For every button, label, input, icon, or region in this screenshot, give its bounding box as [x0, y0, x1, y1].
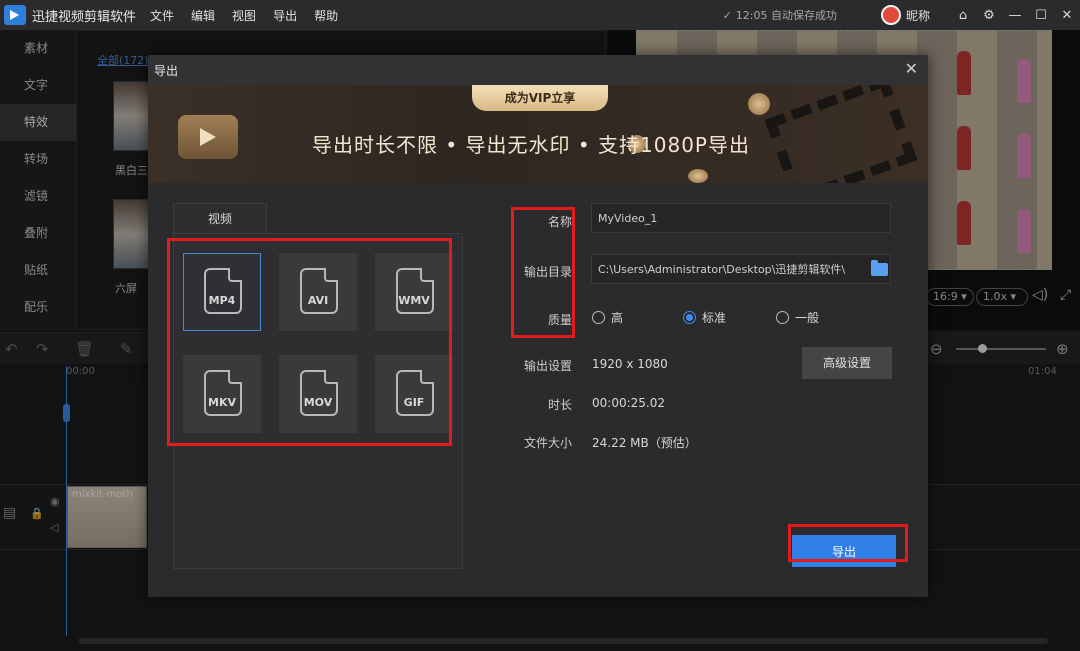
name-input[interactable] — [591, 203, 891, 233]
duration-label: 时长 — [547, 398, 572, 412]
file-size-value: 24.22 MB（预估） — [592, 436, 697, 450]
coin-decoration — [688, 169, 708, 183]
quality-standard-label: 标准 — [702, 311, 727, 325]
settings-icon[interactable]: ⚙ — [976, 8, 1002, 23]
vip-banner-text: 导出时长不限 • 导出无水印 • 支持1080P导出 — [312, 133, 750, 157]
menu-file[interactable]: 文件 — [150, 7, 174, 24]
tab-video[interactable]: 视频 — [173, 203, 267, 234]
home-icon[interactable]: ⌂ — [950, 8, 976, 23]
maximize-icon[interactable]: ☐ — [1028, 8, 1054, 23]
output-dir-input[interactable] — [591, 254, 891, 284]
radio-button[interactable] — [592, 311, 605, 324]
film-strip-decoration — [764, 85, 918, 183]
output-settings-value: 1920 x 1080 — [592, 357, 668, 371]
menu-view[interactable]: 视图 — [232, 7, 256, 24]
check-icon: ✓ — [722, 9, 732, 22]
dialog-close-icon[interactable]: ✕ — [905, 59, 918, 78]
menu-help[interactable]: 帮助 — [314, 7, 338, 24]
radio-button[interactable] — [776, 311, 789, 324]
highlight-box-formats — [167, 238, 452, 446]
quality-normal[interactable]: 一般 — [776, 309, 819, 326]
coin-decoration — [748, 93, 770, 115]
avatar[interactable] — [880, 5, 901, 25]
folder-icon[interactable] — [871, 260, 888, 276]
app-title: 迅捷视频剪辑软件 — [32, 9, 137, 25]
nickname[interactable]: 昵称 — [906, 7, 930, 24]
radio-button-checked[interactable] — [683, 311, 696, 324]
highlight-box-labels — [511, 207, 575, 338]
export-dialog: 导出 ✕ 成为VIP立享 导出时长不限 • 导出无水印 • 支持1080P导出 … — [148, 55, 928, 597]
file-size-label: 文件大小 — [523, 436, 572, 450]
menu-export[interactable]: 导出 — [273, 7, 297, 24]
close-icon[interactable]: ✕ — [1054, 8, 1080, 23]
quality-normal-label: 一般 — [795, 311, 820, 325]
vip-banner[interactable]: 成为VIP立享 导出时长不限 • 导出无水印 • 支持1080P导出 — [148, 85, 928, 183]
output-settings-label: 输出设置 — [523, 359, 572, 373]
duration-value: 00:00:25.02 — [592, 396, 665, 410]
menu-bar: 文件 编辑 视图 导出 帮助 — [150, 7, 355, 24]
dialog-title: 导出 — [154, 64, 179, 78]
advanced-settings-button[interactable]: 高级设置 — [802, 347, 892, 379]
quality-high-label: 高 — [611, 311, 624, 325]
autosave-text: 12:05 自动保存成功 — [735, 9, 837, 22]
app-logo-icon — [4, 5, 26, 25]
autosave-status: ✓ 12:05 自动保存成功 — [723, 7, 837, 23]
highlight-box-export — [788, 524, 908, 562]
vip-tag: 成为VIP立享 — [472, 85, 608, 111]
quality-high[interactable]: 高 — [592, 309, 623, 326]
title-right: ✓ 12:05 自动保存成功 昵称 ⌂ ⚙ — ☐ ✕ — [723, 0, 1080, 30]
title-bar: 迅捷视频剪辑软件 文件 编辑 视图 导出 帮助 ✓ 12:05 自动保存成功 昵称… — [0, 0, 1080, 30]
minimize-icon[interactable]: — — [1002, 8, 1028, 23]
dialog-header: 导出 ✕ — [148, 55, 928, 85]
video-camera-icon — [178, 115, 238, 159]
menu-edit[interactable]: 编辑 — [191, 7, 215, 24]
quality-standard[interactable]: 标准 — [683, 309, 726, 326]
